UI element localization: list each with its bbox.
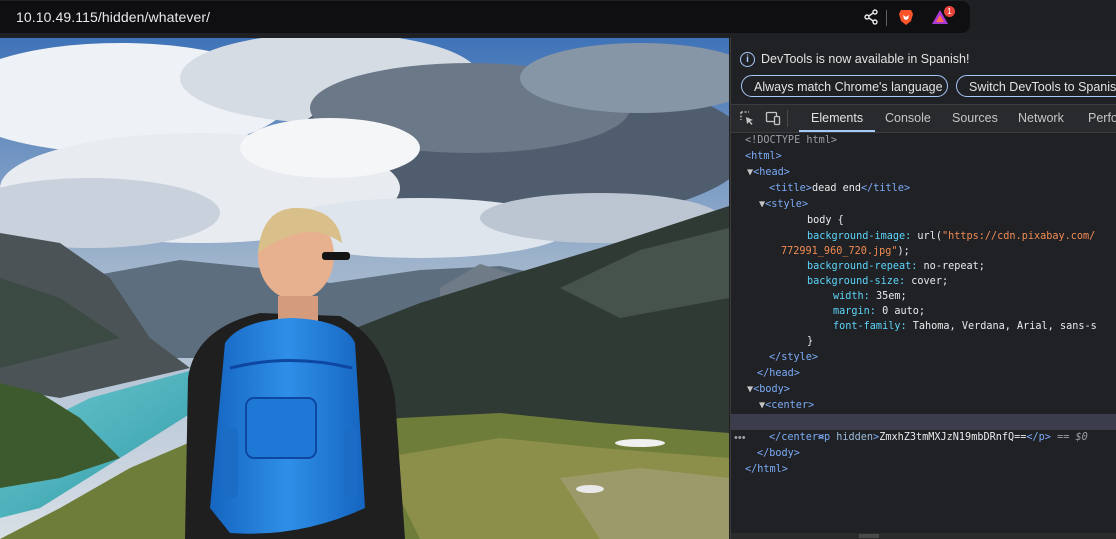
dom-line-html[interactable]: <html> [731,149,1116,165]
page-viewport[interactable] [0,38,729,539]
devtools-tabbar: Elements Console Sources Network Perfo [731,104,1116,133]
address-bar[interactable]: 10.10.49.115/hidden/whatever/ 1 [0,1,970,33]
devtools-panel: i DevTools is now available in Spanish! … [730,38,1116,539]
css-line-bg-image[interactable]: background-image: url("https://cdn.pixab… [731,229,1116,245]
dom-line-hidden-p[interactable]: ••• <p hidden>ZmxhZ3tmMXJzN19mbDRnfQ==</p… [731,414,1116,444]
url-text[interactable]: 10.10.49.115/hidden/whatever/ [16,9,210,25]
info-icon: i [740,52,755,67]
device-toolbar-icon[interactable] [765,110,781,126]
info-message: DevTools is now available in Spanish! [761,52,970,66]
dom-line-title[interactable]: <title>dead end</title> [731,181,1116,197]
tab-sources[interactable]: Sources [952,105,998,132]
dom-line-style[interactable]: ▼<style> [731,197,1116,213]
tab-network[interactable]: Network [1018,105,1064,132]
language-infobar: i DevTools is now available in Spanish! … [731,38,1116,104]
match-language-button[interactable]: Always match Chrome's language [741,75,948,97]
css-line-bg-repeat[interactable]: background-repeat: no-repeat; [731,259,1116,275]
switch-spanish-button[interactable]: Switch DevTools to Spanish [956,75,1116,97]
dom-line-body-close[interactable]: </body> [731,446,1116,462]
css-line-bg-size[interactable]: background-size: cover; [731,274,1116,290]
tab-performance[interactable]: Perfo [1088,105,1116,132]
share-icon[interactable] [862,8,880,26]
dom-line-center-close[interactable]: </center> [731,430,1116,446]
css-line-width[interactable]: width: 35em; [731,289,1116,305]
tab-console[interactable]: Console [885,105,931,132]
tab-divider [787,110,788,127]
horizontal-scrollbar[interactable] [731,533,1116,539]
css-line-font-family[interactable]: font-family: Tahoma, Verdana, Arial, san… [731,319,1116,335]
css-line-margin[interactable]: margin: 0 auto; [731,304,1116,320]
extension-badge: 1 [944,6,955,17]
dom-line-head[interactable]: ▼<head> [731,165,1116,181]
dom-line-head-close[interactable]: </head> [731,366,1116,382]
tab-elements[interactable]: Elements [799,105,876,132]
dom-tree: <!DOCTYPE html> <html> ▼<head> <title>de… [731,132,1116,539]
inspect-element-icon[interactable] [739,110,755,126]
toolbar-divider [886,10,887,26]
background-photo [0,38,729,539]
dom-line-html-close[interactable]: </html> [731,462,1116,478]
css-line-bg-image-cont[interactable]: 772991_960_720.jpg"); [731,244,1116,260]
dom-line-body[interactable]: ▼<body> [731,382,1116,398]
scrollbar-thumb[interactable] [859,534,879,538]
dom-line-style-close[interactable]: </style> [731,350,1116,366]
brave-lion-icon[interactable] [897,8,915,26]
dom-line-doctype[interactable]: <!DOCTYPE html> [731,133,1116,149]
css-line-body[interactable]: body { [731,213,1116,229]
dom-line-center[interactable]: ▼<center> [731,398,1116,414]
css-line-close-brace[interactable]: } [731,334,1116,350]
browser-toolbar: 10.10.49.115/hidden/whatever/ 1 [0,0,1116,38]
